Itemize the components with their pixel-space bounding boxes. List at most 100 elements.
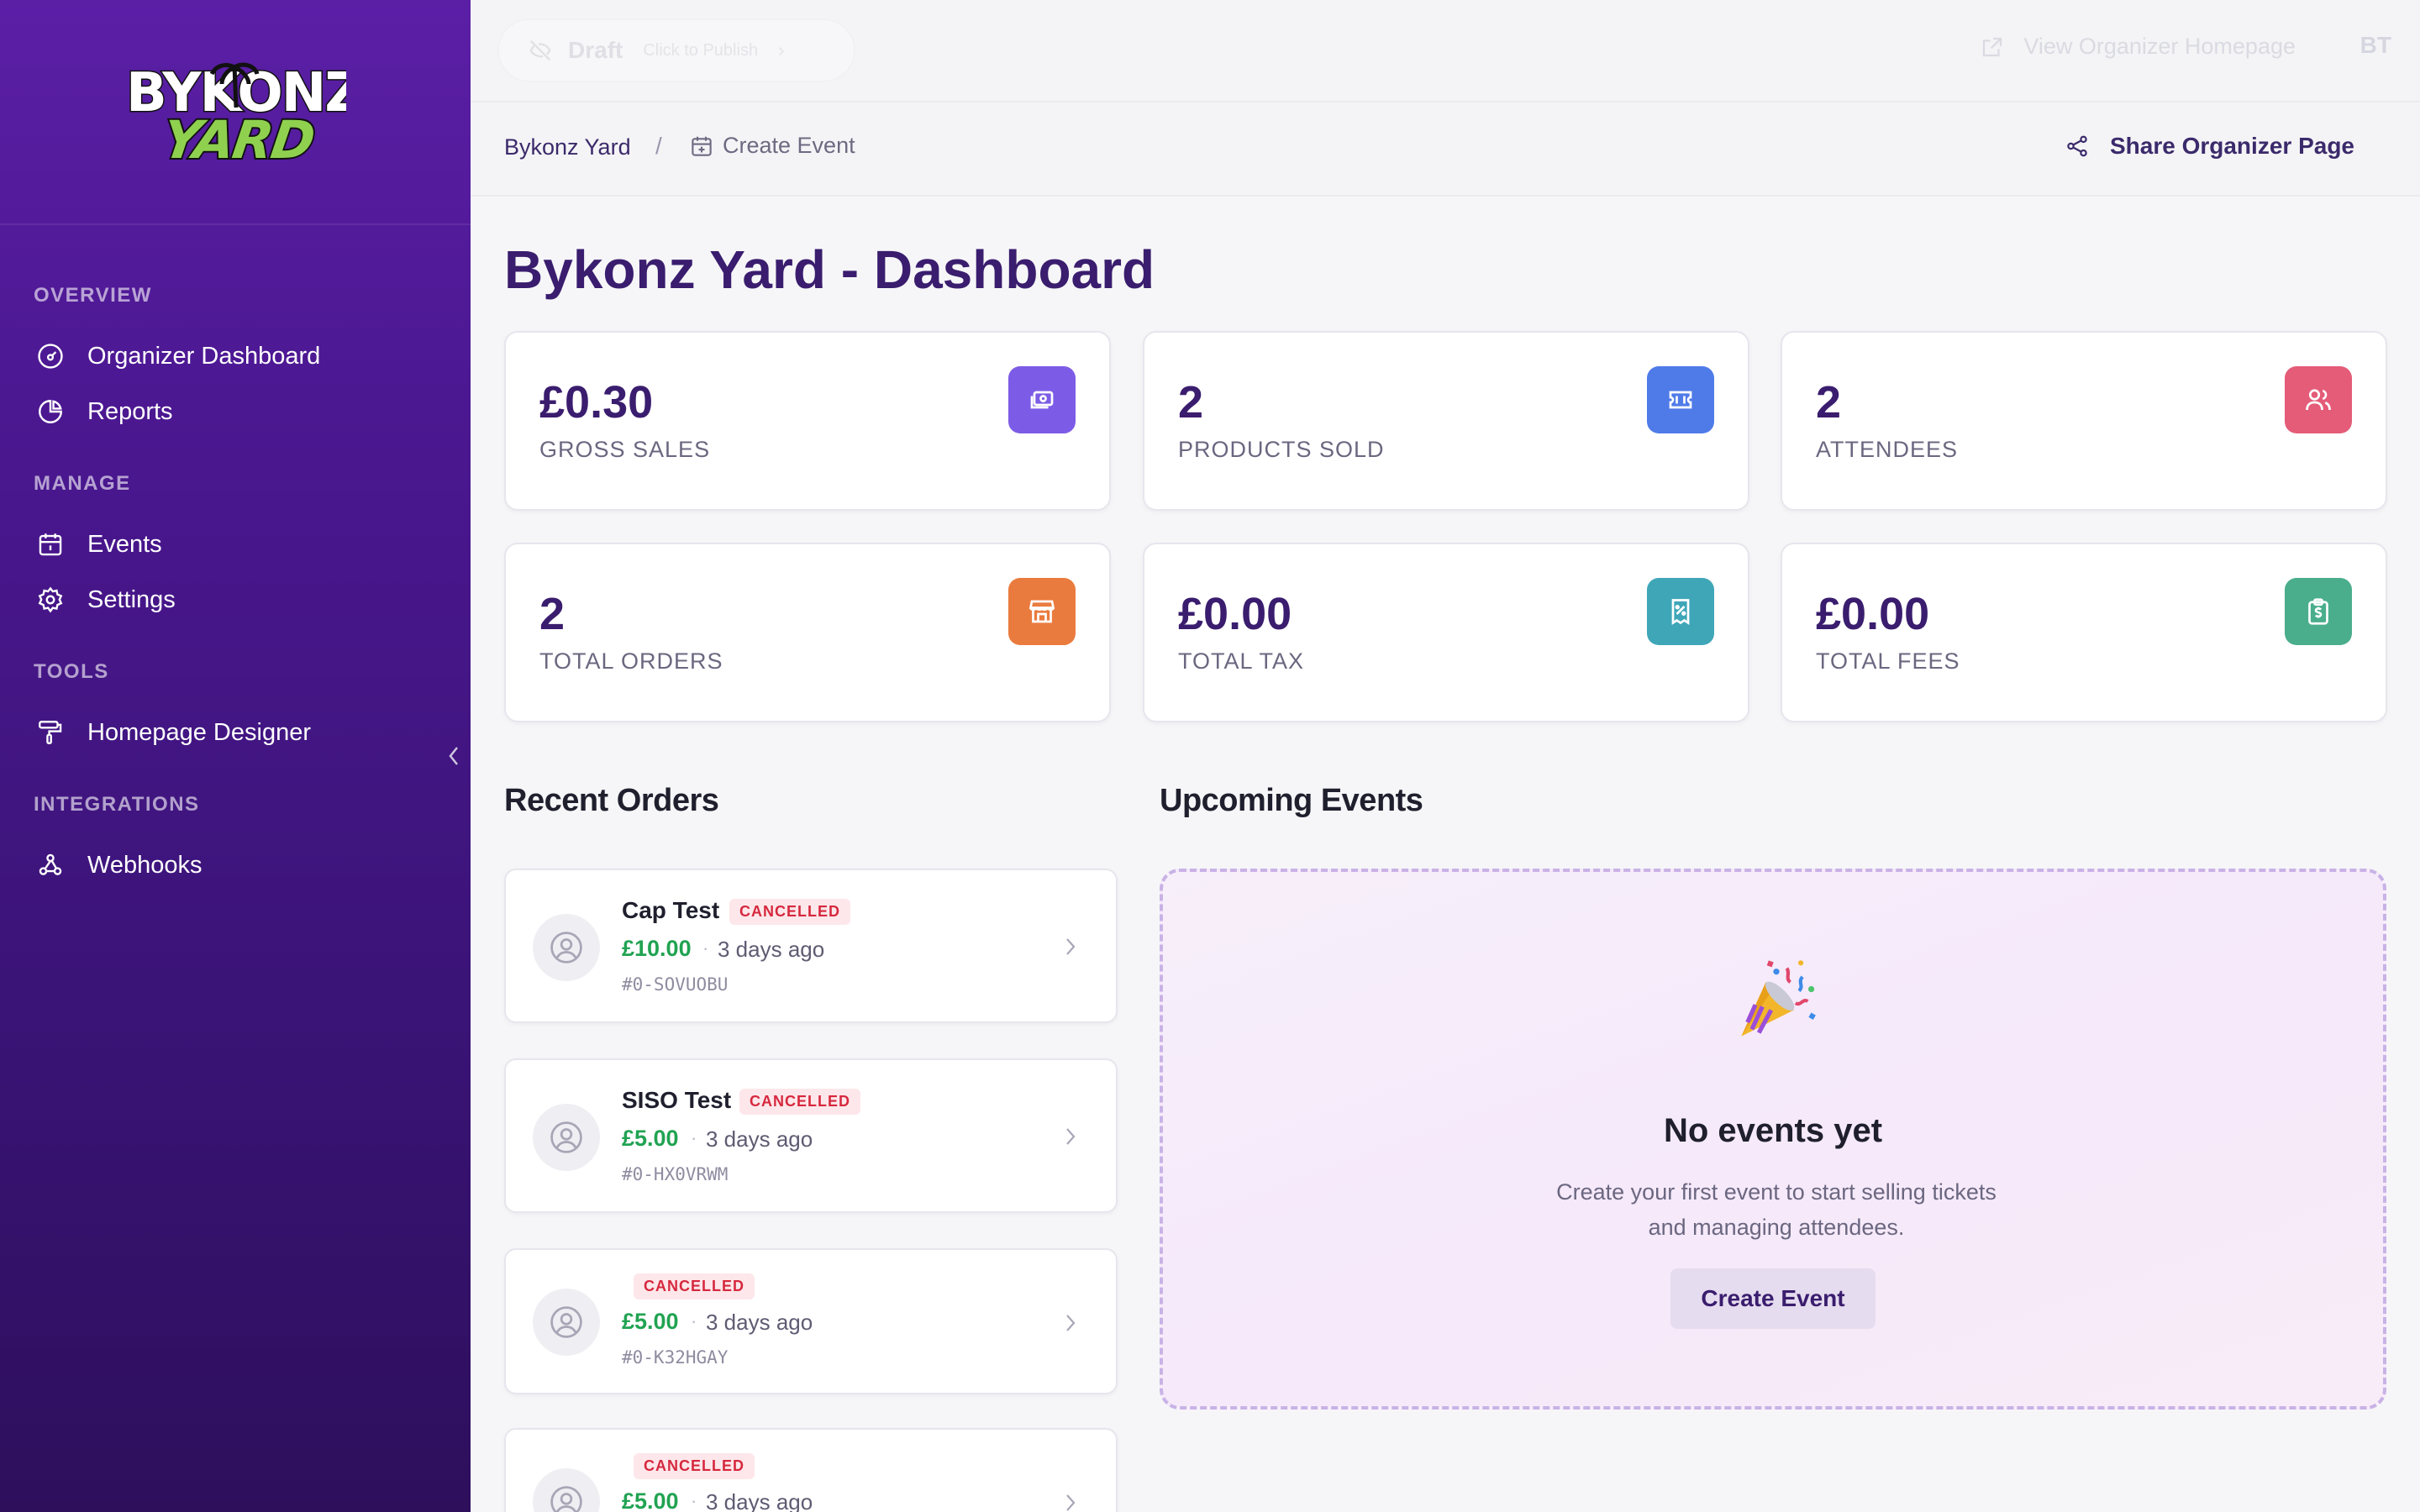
upcoming-events-title: Upcoming Events xyxy=(1160,783,1423,818)
nav-section-tools: TOOLS xyxy=(34,660,109,683)
stat-card-products-sold: 2 PRODUCTS SOLD xyxy=(1143,331,1749,511)
pie-chart-icon xyxy=(34,395,67,428)
stat-card-gross-sales: £0.30 GROSS SALES xyxy=(504,331,1111,511)
empty-state-title: No events yet xyxy=(1663,1112,1883,1149)
breadcrumb-current-label: Create Event xyxy=(723,133,855,158)
sidebar-item-events[interactable]: Events xyxy=(34,524,162,564)
chevron-right-icon: › xyxy=(778,39,785,60)
share-icon xyxy=(2067,135,2087,157)
stat-label: ATTENDEES xyxy=(1816,437,1959,462)
order-card[interactable]: CANCELLED £5.00 · 3 days ago xyxy=(504,1428,1118,1512)
upcoming-events-empty-state: No events yet Create your first event to… xyxy=(1160,869,2386,1410)
users-icon xyxy=(2285,366,2352,433)
stat-card-total-fees: £0.00 TOTAL FEES xyxy=(1781,543,2387,722)
share-label: Share Organizer Page xyxy=(2109,133,2354,159)
nav-section-manage: MANAGE xyxy=(34,472,131,495)
sidebar-item-label: Settings xyxy=(87,585,176,613)
brand-logo[interactable]: BYKONZ YARD xyxy=(124,59,347,169)
logo-text-bottom: YARD xyxy=(159,109,317,168)
cash-icon xyxy=(1008,366,1076,433)
user-avatar[interactable]: BT xyxy=(2360,32,2391,59)
store-icon xyxy=(1008,578,1076,645)
calendar-icon xyxy=(34,528,67,561)
separator-dot: · xyxy=(691,1127,697,1148)
order-id: #0-HX0VRWM xyxy=(622,1164,729,1184)
receipt-tax-icon xyxy=(1647,578,1714,645)
sidebar-item-webhooks[interactable]: Webhooks xyxy=(34,845,203,885)
gear-icon xyxy=(34,583,67,617)
external-link-icon xyxy=(1983,37,2002,56)
order-card[interactable]: CANCELLED £5.00 · 3 days ago #0-K32HGAY xyxy=(504,1248,1118,1394)
order-card[interactable]: SISO Test CANCELLED £5.00 · 3 days ago #… xyxy=(504,1058,1118,1213)
party-popper-icon xyxy=(1741,960,1816,1037)
chevron-left-icon xyxy=(449,747,458,765)
stat-value: £0.00 xyxy=(1178,589,1292,639)
order-customer-name: Cap Test xyxy=(622,897,720,923)
breadcrumb: Bykonz Yard / Create Event Share Organiz… xyxy=(471,102,2420,197)
stat-label: TOTAL TAX xyxy=(1178,648,1305,674)
stat-label: PRODUCTS SOLD xyxy=(1178,437,1385,462)
page-title: Bykonz Yard - Dashboard xyxy=(504,239,1155,300)
clipboard-dollar-icon xyxy=(2285,578,2352,645)
status-badge: CANCELLED xyxy=(739,1089,860,1115)
ticket-icon xyxy=(1647,366,1714,433)
sidebar: BYKONZ YARD OVERVIEW Organizer Dashboard… xyxy=(0,0,471,1512)
sidebar-item-reports[interactable]: Reports xyxy=(34,391,173,432)
sidebar-item-label: Events xyxy=(87,530,162,558)
stat-label: TOTAL ORDERS xyxy=(539,648,723,674)
sidebar-item-label: Organizer Dashboard xyxy=(87,342,321,370)
user-circle-icon xyxy=(533,914,600,981)
paint-roller-icon xyxy=(34,716,67,749)
stat-label: GROSS SALES xyxy=(539,437,711,462)
chevron-right-icon xyxy=(1062,1124,1079,1149)
sidebar-item-homepage-designer[interactable]: Homepage Designer xyxy=(34,712,311,753)
stat-value: 2 xyxy=(539,589,566,639)
nav-section-overview: OVERVIEW xyxy=(34,284,152,307)
status-hint: Click to Publish xyxy=(643,40,759,60)
sidebar-item-label: Homepage Designer xyxy=(87,718,311,746)
collapse-sidebar-button[interactable] xyxy=(442,741,466,771)
breadcrumb-create-event[interactable]: Create Event xyxy=(689,133,855,159)
eye-off-icon xyxy=(529,39,551,61)
breadcrumb-separator: / xyxy=(655,133,662,159)
stat-value: £0.30 xyxy=(539,377,654,428)
user-circle-icon xyxy=(533,1104,600,1171)
chevron-right-icon xyxy=(1062,1490,1079,1512)
order-id: #0-SOVUOBU xyxy=(622,974,729,995)
nav-section-integrations: INTEGRATIONS xyxy=(34,793,200,816)
chevron-right-icon xyxy=(1062,934,1079,959)
gauge-icon xyxy=(34,339,67,373)
view-organizer-homepage-link[interactable]: View Organizer Homepage xyxy=(1980,34,2296,60)
stat-value: 2 xyxy=(1178,377,1204,428)
breadcrumb-root[interactable]: Bykonz Yard xyxy=(504,134,631,160)
user-circle-icon xyxy=(533,1289,600,1356)
order-card[interactable]: Cap Test CANCELLED £10.00 · 3 days ago #… xyxy=(504,869,1118,1023)
stat-card-total-orders: 2 TOTAL ORDERS xyxy=(504,543,1111,722)
order-time: 3 days ago xyxy=(706,1489,813,1512)
stat-value: £0.00 xyxy=(1816,589,1930,639)
order-time: 3 days ago xyxy=(706,1126,813,1152)
publish-status-toggle[interactable]: Draft Click to Publish › xyxy=(497,18,855,82)
order-time: 3 days ago xyxy=(706,1310,813,1335)
order-amount: £5.00 xyxy=(622,1126,679,1151)
status-badge: CANCELLED xyxy=(634,1273,755,1299)
empty-state-description-line: and managing attendees. xyxy=(1648,1215,1905,1240)
order-amount: £10.00 xyxy=(622,936,692,961)
view-homepage-label: View Organizer Homepage xyxy=(2023,34,2296,59)
share-organizer-page-button[interactable]: Share Organizer Page xyxy=(2065,133,2354,160)
create-event-button[interactable]: Create Event xyxy=(1670,1268,1876,1329)
order-time: 3 days ago xyxy=(718,937,825,962)
empty-state-description: Create your first event to start selling… xyxy=(1524,1174,2028,1245)
sidebar-item-settings[interactable]: Settings xyxy=(34,580,176,620)
stat-label: TOTAL FEES xyxy=(1816,648,1960,674)
logo-area: BYKONZ YARD xyxy=(0,0,471,225)
webhook-icon xyxy=(34,848,67,882)
status-badge: CANCELLED xyxy=(634,1453,755,1479)
sidebar-item-label: Webhooks xyxy=(87,851,203,879)
stat-card-attendees: 2 ATTENDEES xyxy=(1781,331,2387,511)
sidebar-item-organizer-dashboard[interactable]: Organizer Dashboard xyxy=(34,336,320,376)
empty-state-description-line: Create your first event to start selling… xyxy=(1556,1179,1996,1205)
stat-value: 2 xyxy=(1816,377,1842,428)
chevron-right-icon xyxy=(1062,1310,1079,1336)
separator-dot: · xyxy=(702,937,709,958)
